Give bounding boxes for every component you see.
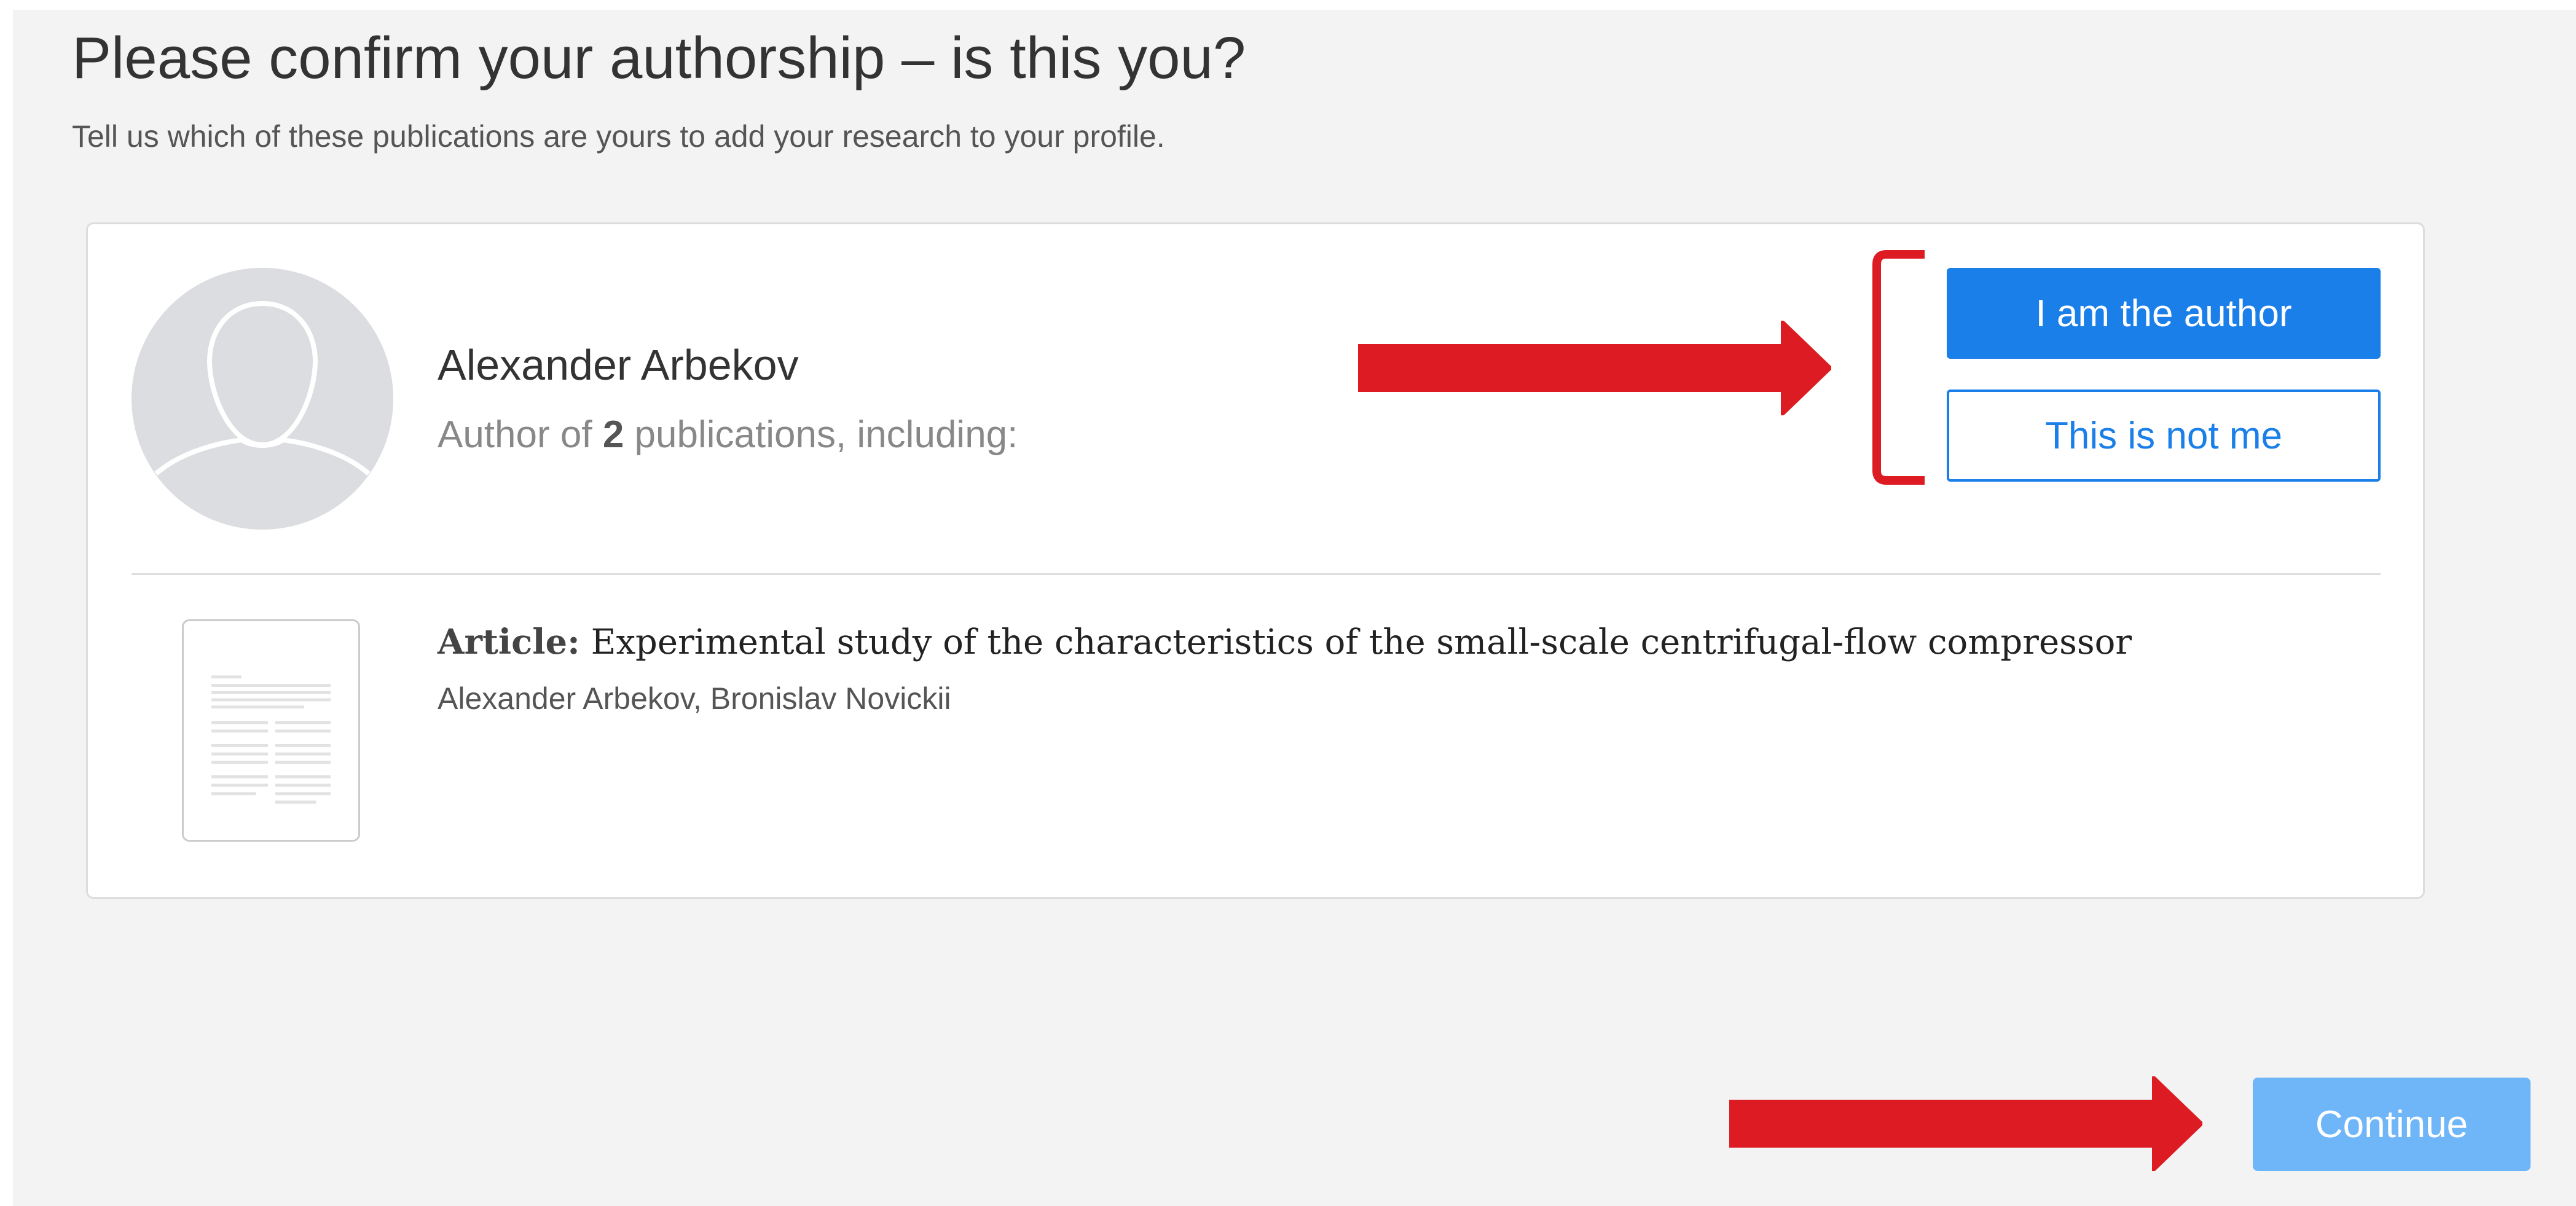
avatar-icon xyxy=(132,268,393,530)
user-silhouette-icon xyxy=(132,268,393,530)
publication-title[interactable]: Article: Experimental study of the chara… xyxy=(438,622,2132,662)
i-am-the-author-button[interactable]: I am the author xyxy=(1947,268,2381,359)
page-subtitle: Tell us which of these publications are … xyxy=(72,119,1165,154)
publication-title-text: Experimental study of the characteristic… xyxy=(591,622,2132,662)
page-title: Please confirm your authorship – is this… xyxy=(72,25,1246,91)
card-divider xyxy=(132,573,2381,575)
annotation-arrow-icon xyxy=(1729,1076,2202,1171)
this-is-not-me-button[interactable]: This is not me xyxy=(1947,390,2381,482)
publication-type: Article: xyxy=(438,622,580,662)
annotation-bracket-icon xyxy=(1872,250,1925,485)
publication-authors: Alexander Arbekov, Bronislav Novickii xyxy=(438,681,951,716)
annotation-arrow-icon xyxy=(1358,321,1831,415)
author-meta-suffix: publications, including: xyxy=(624,413,1018,456)
author-name: Alexander Arbekov xyxy=(438,341,799,389)
publication-count: 2 xyxy=(602,413,624,456)
document-thumbnail-icon xyxy=(182,619,360,842)
author-publication-count: Author of 2 publications, including: xyxy=(438,413,1018,456)
author-meta-prefix: Author of xyxy=(438,413,603,456)
continue-button[interactable]: Continue xyxy=(2253,1078,2531,1171)
